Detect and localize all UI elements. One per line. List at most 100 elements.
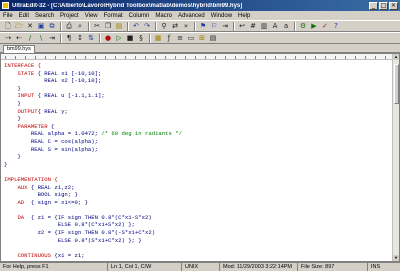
- code-line[interactable]: PARAMETER {: [4, 123, 390, 131]
- print-preview-icon[interactable]: ⌕: [75, 21, 85, 31]
- goto-line-icon[interactable]: ⇥: [220, 21, 230, 31]
- copy-icon[interactable]: ❐: [103, 21, 113, 31]
- ultraedit-app-icon[interactable]: [2, 2, 9, 9]
- find-icon[interactable]: ⚲: [159, 21, 169, 31]
- code-line[interactable]: INTERFACE {: [4, 62, 390, 70]
- code-line[interactable]: }: [4, 153, 390, 161]
- replace-icon[interactable]: ⇄: [170, 21, 180, 31]
- cut-icon[interactable]: ✂: [92, 21, 102, 31]
- menu-file[interactable]: File: [3, 13, 13, 19]
- code-editor[interactable]: INTERFACE { STATE { REAL x1 [-10,10]; RE…: [0, 53, 400, 262]
- lowercase-icon[interactable]: a: [281, 21, 291, 31]
- code-line[interactable]: REAL alpha = 1.0472; /* 60 deg in radian…: [4, 130, 390, 138]
- menu-format[interactable]: Format: [104, 13, 123, 19]
- file-tab[interactable]: bm99.hys: [3, 45, 35, 53]
- minimize-button[interactable]: _: [369, 1, 378, 10]
- menu-column[interactable]: Column: [129, 13, 150, 19]
- code-line[interactable]: REAL x2 [-10,10];: [4, 77, 390, 85]
- macro-record-icon[interactable]: ●: [103, 33, 113, 43]
- compile-icon[interactable]: ⚙: [298, 21, 308, 31]
- code-line[interactable]: [4, 168, 390, 176]
- code-line[interactable]: AUX { REAL z1,z2;: [4, 184, 390, 192]
- code-line[interactable]: INPUT { REAL u [-1.1,1.1];: [4, 92, 390, 100]
- paste-icon[interactable]: ▤: [114, 21, 124, 31]
- spell-check-icon[interactable]: ✓: [320, 21, 330, 31]
- ruler-tick: [5, 56, 6, 59]
- toolbar-separator: [155, 21, 156, 31]
- code-text: ELSE 0.8*(S*x1+C*x2) }; }: [4, 236, 142, 244]
- code-line[interactable]: OUTPUT{ REAL y;: [4, 108, 390, 116]
- find-next-icon[interactable]: »: [181, 21, 191, 31]
- clipboard-icon[interactable]: ▤: [208, 33, 218, 43]
- code-line[interactable]: }: [4, 85, 390, 93]
- redo-icon[interactable]: ↷: [142, 21, 152, 31]
- print-icon[interactable]: ⎙: [64, 21, 74, 31]
- code-line[interactable]: CONTINUOUS {x1 = z1;: [4, 252, 390, 260]
- code-line[interactable]: REAL C = cos(alpha);: [4, 138, 390, 146]
- undo-icon[interactable]: ↶: [131, 21, 141, 31]
- save-icon[interactable]: ▣: [36, 21, 46, 31]
- maximize-button[interactable]: □: [379, 1, 388, 10]
- next-bookmark-icon[interactable]: ⚐: [209, 21, 219, 31]
- scroll-up-icon[interactable]: ▲: [393, 54, 399, 60]
- close-file-icon[interactable]: ✕: [25, 21, 35, 31]
- uppercase-icon[interactable]: A: [270, 21, 280, 31]
- word-wrap-icon[interactable]: ↩: [237, 21, 247, 31]
- new-file-icon[interactable]: 🗋: [3, 21, 13, 31]
- code-line[interactable]: }: [4, 115, 390, 123]
- code-line[interactable]: BOOL sign; }: [4, 191, 390, 199]
- menu-view[interactable]: View: [85, 13, 98, 19]
- status-modified: Mod: 11/29/2003 3:22:14PM: [220, 263, 298, 271]
- menu-project[interactable]: Project: [60, 13, 79, 19]
- vertical-scrollbar[interactable]: ▲ ▼: [392, 54, 399, 261]
- indent-icon[interactable]: ⇢: [3, 33, 13, 43]
- menu-help[interactable]: Help: [238, 13, 250, 19]
- macro-stop-icon[interactable]: ■: [125, 33, 135, 43]
- scrollbar-thumb[interactable]: [394, 64, 399, 104]
- code-line[interactable]: ELSE 0.8*(S*x1+C*x2) }; }: [4, 237, 390, 245]
- scroll-down-icon[interactable]: ▼: [393, 255, 399, 261]
- code-line[interactable]: REAL S = sin(alpha);: [4, 146, 390, 154]
- ftp-icon[interactable]: ⇅: [86, 33, 96, 43]
- tag-list-icon[interactable]: ≡: [175, 33, 185, 43]
- format-icon[interactable]: ¶: [64, 33, 74, 43]
- ruler-tick: [225, 56, 226, 59]
- sort-icon[interactable]: ↕: [75, 33, 85, 43]
- code-line[interactable]: }: [4, 161, 390, 169]
- close-button[interactable]: ×: [389, 1, 398, 10]
- code-line[interactable]: ELSE 0.8*(C*x1+S*x2) };: [4, 221, 390, 229]
- code-line[interactable]: IMPLEMENTATION {: [4, 176, 390, 184]
- code-line[interactable]: AD { sign = x1<=0; }: [4, 199, 390, 207]
- output-window-icon[interactable]: ▭: [186, 33, 196, 43]
- file-tree-icon[interactable]: ⊞: [197, 33, 207, 43]
- code-content[interactable]: INTERFACE { STATE { REAL x1 [-10,10]; RE…: [4, 62, 390, 259]
- run-icon[interactable]: ▶: [309, 21, 319, 31]
- status-position: Ln 1, Col 1, C/W: [108, 263, 182, 271]
- column-mode-icon[interactable]: ▥: [259, 21, 269, 31]
- status-help: For Help, press F1: [0, 263, 108, 271]
- save-all-icon[interactable]: ⧉: [47, 21, 57, 31]
- open-folder-icon[interactable]: 🗁: [14, 21, 24, 31]
- code-line[interactable]: z2 = {IF sign THEN 0.8*(-S*x1+C*x2): [4, 229, 390, 237]
- code-line[interactable]: DA { z1 = {IF sign THEN 0.8*(C*x1-S*x2): [4, 214, 390, 222]
- hex-mode-icon[interactable]: #: [248, 21, 258, 31]
- script-icon[interactable]: §: [136, 33, 146, 43]
- menu-window[interactable]: Window: [211, 13, 232, 19]
- project-icon[interactable]: ▦: [153, 33, 163, 43]
- code-line[interactable]: }: [4, 100, 390, 108]
- menu-advanced[interactable]: Advanced: [178, 13, 205, 19]
- macro-play-icon[interactable]: ▷: [114, 33, 124, 43]
- menu-search[interactable]: Search: [35, 13, 54, 19]
- code-line[interactable]: STATE { REAL x1 [-10,10];: [4, 70, 390, 78]
- unindent-icon[interactable]: ⇠: [14, 33, 24, 43]
- uncomment-icon[interactable]: \: [36, 33, 46, 43]
- menu-macro[interactable]: Macro: [155, 13, 172, 19]
- menu-edit[interactable]: Edit: [19, 13, 29, 19]
- help-icon[interactable]: ?: [331, 21, 341, 31]
- function-list-icon[interactable]: ƒ: [164, 33, 174, 43]
- code-line[interactable]: [4, 206, 390, 214]
- tab-icon[interactable]: ⇥: [47, 33, 57, 43]
- bookmark-icon[interactable]: ⚑: [198, 21, 208, 31]
- comment-icon[interactable]: /: [25, 33, 35, 43]
- code-line[interactable]: [4, 244, 390, 252]
